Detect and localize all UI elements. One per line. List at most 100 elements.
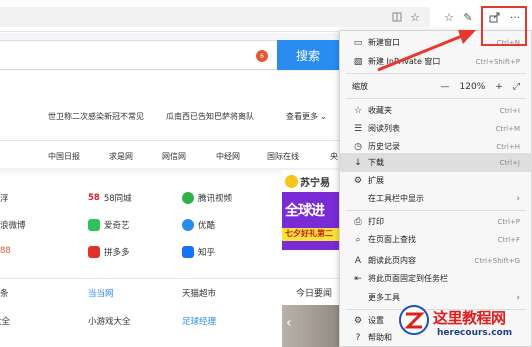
menu-item-extensions[interactable]: ⚙ 扩展	[340, 171, 532, 190]
menu-item-label: 历史记录	[368, 142, 400, 151]
zoom-out-button[interactable]: —	[441, 82, 450, 92]
extensions-icon: ⚙	[353, 175, 363, 186]
grid-link[interactable]: 腾讯视频	[182, 192, 232, 204]
site-link[interactable]: 网信网	[162, 151, 186, 162]
grid-label[interactable]: 腾讯视频	[198, 192, 232, 204]
grid-label[interactable]: 拼多多	[104, 246, 130, 258]
menu-item-label: 将此页面固定到任务栏	[368, 274, 448, 283]
new-window-icon: ▭	[353, 37, 363, 48]
menu-item-label: 收藏夹	[368, 106, 392, 115]
menu-shortcut: Ctrl+H	[496, 142, 520, 151]
grid-link[interactable]: 足球经理	[182, 315, 216, 327]
grid-label[interactable]: 知乎	[198, 246, 215, 258]
menu-item-label: 帮助和	[368, 333, 392, 342]
grid-label[interactable]: 爱奇艺	[104, 219, 130, 231]
reading-view-icon[interactable]	[390, 10, 404, 24]
news-item[interactable]: 世卫称二次感染新冠不常见	[48, 106, 144, 126]
site-link[interactable]: 国际在线	[267, 151, 299, 162]
settings-icon: ⚙	[353, 315, 363, 326]
grid-label[interactable]: 58同城	[104, 192, 132, 204]
chevron-right-icon: ›	[516, 292, 520, 303]
grid-link[interactable]: 游戏大全	[0, 315, 60, 327]
menu-separator	[346, 98, 526, 99]
grid-link[interactable]: 浪微博	[0, 219, 26, 231]
menu-item-find[interactable]: ⌕ 在页面上查找 Ctrl+F	[340, 230, 532, 249]
menu-item-pin-taskbar[interactable]: ⇤ 将此页面固定到任务栏	[340, 269, 532, 288]
menu-separator	[346, 73, 526, 74]
grid-link[interactable]: 爱奇艺	[88, 219, 130, 231]
find-icon: ⌕	[355, 234, 361, 245]
site-nav-row: 中国日报 求是网 网信网 中经网 国际在线 央	[0, 148, 345, 166]
site-link[interactable]: 中国日报	[48, 151, 80, 162]
site-link[interactable]: 央	[330, 151, 338, 162]
menu-item-label: 新建 InPrivate 窗口	[368, 57, 441, 66]
grid-label[interactable]: 游戏大全	[0, 315, 10, 327]
grid-link[interactable]: 当当网	[88, 287, 114, 299]
grid-link[interactable]: 88	[0, 246, 11, 256]
grid-link[interactable]: 拼多多	[88, 246, 130, 258]
more-button-highlight	[481, 6, 527, 46]
menu-item-label: 新建窗口	[368, 38, 400, 47]
grid-label[interactable]: 88	[0, 246, 11, 256]
menu-item-reading-list[interactable]: ☰ 阅读列表 Ctrl+M	[340, 119, 532, 138]
menu-item-inprivate[interactable]: ▧ 新建 InPrivate 窗口 Ctrl+Shift+P	[340, 52, 532, 71]
menu-item-favorites[interactable]: ☆ 收藏夹 Ctrl+I	[340, 101, 532, 120]
grid-link[interactable]: 知乎	[182, 246, 215, 258]
chevron-left-icon[interactable]: ‹	[286, 315, 292, 331]
site-link[interactable]: 中经网	[216, 151, 240, 162]
grid-link[interactable]: 天猫超市	[182, 287, 216, 299]
menu-item-print[interactable]: ⎙ 打印 Ctrl+P	[340, 212, 532, 231]
favorite-star-icon[interactable]: ☆	[408, 10, 422, 24]
grid-link[interactable]: 58 58同城	[88, 192, 132, 204]
address-bar[interactable]	[0, 7, 430, 27]
grid-label[interactable]: 天猫超市	[182, 287, 216, 299]
pen-icon[interactable]: ✎	[461, 10, 475, 24]
grid-link[interactable]: 优酷	[182, 219, 215, 231]
print-icon: ⎙	[354, 216, 362, 227]
menu-shortcut: Ctrl+P	[497, 217, 520, 226]
fullscreen-icon[interactable]: ⤢	[513, 82, 520, 92]
news-link[interactable]: 瓜南西已告知巴萨将离队	[166, 111, 254, 122]
grid-link[interactable]: 浮	[0, 192, 9, 204]
tab-today-news[interactable]: 今日要闻	[282, 282, 345, 302]
ad-brand-row: 苏宁易	[282, 170, 345, 192]
inprivate-icon: ▧	[353, 56, 363, 67]
grid-label[interactable]: 小游戏大全	[88, 315, 131, 327]
browser-toolbar: ☆ ☆ ✎ ···	[0, 0, 532, 32]
grid-label[interactable]: 足球经理	[182, 315, 216, 327]
news-more[interactable]: 查看更多 ⌄	[286, 106, 327, 126]
help-icon: ?	[355, 332, 361, 343]
favorites-list-icon[interactable]: ☆	[442, 10, 456, 24]
menu-shortcut: Ctrl+J	[499, 158, 520, 167]
grid-label[interactable]: 浪微博	[0, 219, 26, 231]
news-more-label[interactable]: 查看更多	[286, 111, 318, 122]
menu-item-more-tools[interactable]: 更多工具 ›	[340, 288, 532, 307]
menu-item-show-in-toolbar[interactable]: 在工具栏中显示 ›	[340, 189, 532, 208]
grid-label[interactable]: 当当网	[88, 287, 114, 299]
menu-item-read-aloud[interactable]: A 朗读此页内容 Ctrl+Shift+G	[340, 251, 532, 270]
menu-item-label: 阅读列表	[368, 124, 400, 133]
grid-label[interactable]: 优酷	[198, 219, 215, 231]
grid-label[interactable]: 条	[0, 287, 9, 299]
menu-item-label: 下载	[368, 158, 384, 167]
grid-link[interactable]: 小游戏大全	[88, 315, 131, 327]
grid-link[interactable]: 条	[0, 287, 9, 299]
menu-item-label: 朗读此页内容	[368, 256, 416, 265]
search-button[interactable]: 搜索	[277, 40, 339, 70]
reading-list-icon: ☰	[353, 123, 363, 134]
watermark-url: herecours.com	[437, 328, 513, 338]
grid-label[interactable]: 浮	[0, 192, 9, 204]
divider	[0, 278, 345, 279]
news-item[interactable]: 瓜南西已告知巴萨将离队	[166, 106, 254, 126]
settings-menu: ▭ 新建窗口 Ctrl+N ▧ 新建 InPrivate 窗口 Ctrl+Shi…	[339, 30, 532, 347]
news-link[interactable]: 世卫称二次感染新冠不常见	[48, 111, 144, 122]
zoom-level: 120%	[459, 81, 486, 92]
site-link[interactable]: 求是网	[109, 151, 133, 162]
chevron-down-icon: ⌄	[320, 111, 327, 121]
tencent-video-icon	[182, 192, 194, 204]
menu-item-label: 扩展	[368, 176, 384, 185]
youku-icon	[182, 219, 194, 231]
zoom-in-button[interactable]: +	[495, 82, 503, 92]
menu-item-downloads[interactable]: ↓ 下载 Ctrl+J	[340, 153, 532, 172]
watermark-title: 这里教程网	[433, 309, 506, 327]
